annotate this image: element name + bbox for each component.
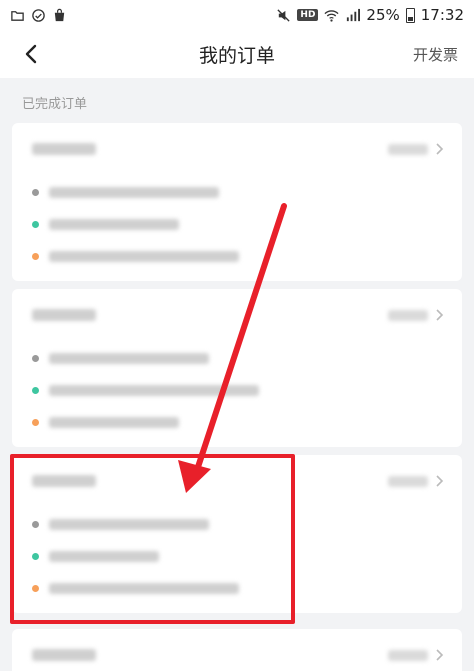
order-time-row bbox=[32, 187, 219, 198]
chevron-right-icon bbox=[436, 309, 444, 321]
hd-badge: HD bbox=[297, 9, 319, 21]
chevron-right-icon bbox=[436, 143, 444, 155]
app-header: 我的订单 开发票 bbox=[0, 30, 474, 78]
order-status-redacted bbox=[388, 650, 428, 661]
order-title-redacted bbox=[32, 649, 96, 661]
order-status-redacted bbox=[388, 310, 428, 321]
back-arrow-icon[interactable] bbox=[18, 40, 46, 68]
order-card[interactable] bbox=[12, 289, 462, 447]
battery-percent: 25% bbox=[366, 6, 400, 24]
signal-icon bbox=[347, 8, 361, 21]
order-card[interactable] bbox=[12, 629, 462, 671]
order-status-redacted bbox=[388, 144, 428, 155]
chevron-right-icon bbox=[436, 649, 444, 661]
annotation-highlight-box bbox=[10, 454, 295, 624]
order-to-row bbox=[32, 417, 179, 428]
order-to-row bbox=[32, 251, 239, 262]
order-status-redacted bbox=[388, 476, 428, 487]
folder-icon bbox=[11, 10, 24, 21]
wifi-icon bbox=[324, 9, 339, 22]
status-bar: HD 25% 17:32 bbox=[0, 0, 474, 30]
order-title-redacted bbox=[32, 143, 96, 155]
order-from-row bbox=[32, 219, 179, 230]
order-from-row bbox=[32, 385, 259, 396]
sync-cloud-icon bbox=[32, 8, 45, 22]
mute-icon bbox=[277, 8, 290, 22]
order-card[interactable] bbox=[12, 123, 462, 281]
invoice-button[interactable]: 开发票 bbox=[413, 44, 458, 65]
chevron-right-icon bbox=[436, 475, 444, 487]
order-time-row bbox=[32, 353, 209, 364]
battery-icon bbox=[405, 7, 415, 23]
clock: 17:32 bbox=[420, 6, 464, 24]
page-title: 我的订单 bbox=[198, 44, 275, 67]
section-label: 已完成订单 bbox=[22, 97, 88, 112]
shopping-bag-icon bbox=[54, 8, 65, 21]
order-title-redacted bbox=[32, 309, 96, 321]
